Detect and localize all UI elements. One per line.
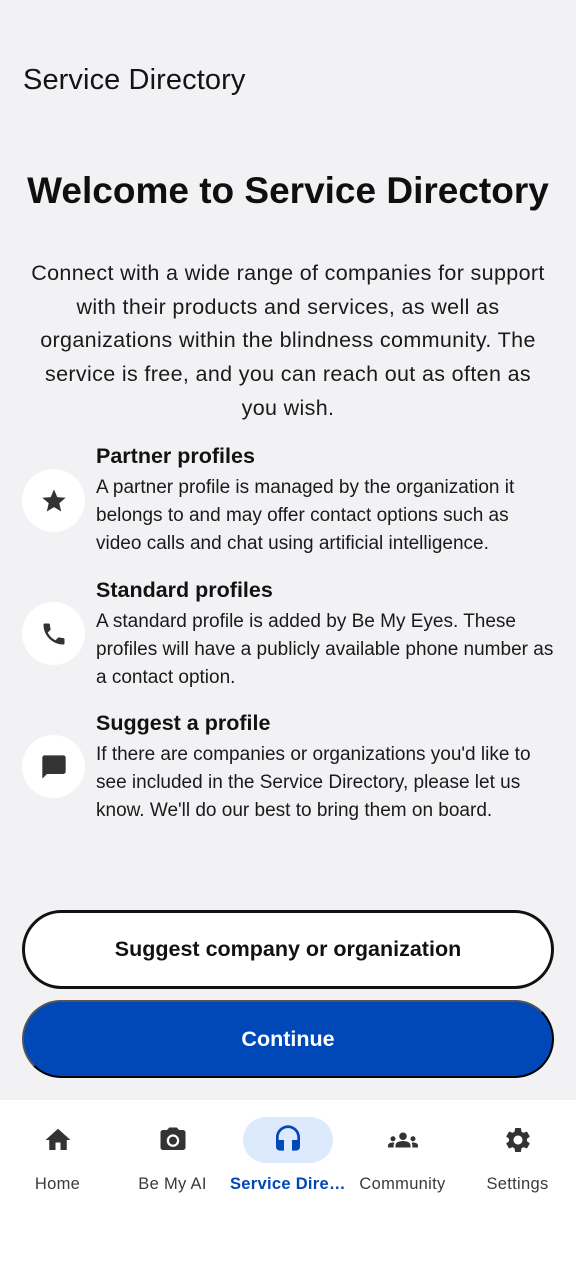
welcome-title: Welcome to Service Directory <box>27 170 549 211</box>
bottom-navigation: Home Be My AI Service Dire… Community Se… <box>0 1100 576 1280</box>
nav-item-community[interactable]: Community <box>345 1100 460 1210</box>
continue-button[interactable]: Continue <box>22 1000 554 1078</box>
feature-description: A standard profile is added by Be My Eye… <box>96 611 554 688</box>
nav-icon-container <box>242 1117 333 1163</box>
nav-label-service-directory: Service Dire… <box>230 1175 345 1193</box>
page-title: Service Directory <box>23 64 246 96</box>
people-icon <box>386 1125 420 1155</box>
camera-icon <box>158 1125 188 1155</box>
nav-icon-container <box>128 1117 218 1163</box>
nav-icon-container <box>13 1117 103 1163</box>
nav-label-settings: Settings <box>486 1175 549 1193</box>
headset-icon <box>272 1124 304 1156</box>
feature-title: Partner profiles <box>96 444 255 468</box>
nav-item-settings[interactable]: Settings <box>460 1100 575 1210</box>
nav-label-community: Community <box>359 1175 446 1193</box>
gear-icon <box>503 1125 533 1155</box>
nav-icon-container <box>473 1117 563 1163</box>
app-bar: Service Directory <box>0 40 576 120</box>
nav-label-home: Home <box>34 1175 81 1193</box>
feature-title: Suggest a profile <box>96 711 271 735</box>
home-icon <box>43 1125 73 1155</box>
nav-item-home[interactable]: Home <box>0 1100 115 1210</box>
star-icon <box>22 469 85 532</box>
feature-title: Standard profiles <box>96 578 273 602</box>
welcome-intro: Connect with a wide range of companies f… <box>31 261 545 420</box>
feature-description: A partner profile is managed by the orga… <box>96 477 515 554</box>
nav-icon-container <box>358 1117 448 1163</box>
feature-description: If there are companies or organizations … <box>96 744 531 821</box>
phone-icon <box>22 602 85 665</box>
chat-icon <box>22 735 85 798</box>
suggest-company-button[interactable]: Suggest company or organization <box>22 910 554 989</box>
nav-label-be-my-ai: Be My AI <box>138 1175 207 1193</box>
nav-item-service-directory[interactable]: Service Dire… <box>230 1100 345 1210</box>
nav-item-be-my-ai[interactable]: Be My AI <box>115 1100 230 1210</box>
